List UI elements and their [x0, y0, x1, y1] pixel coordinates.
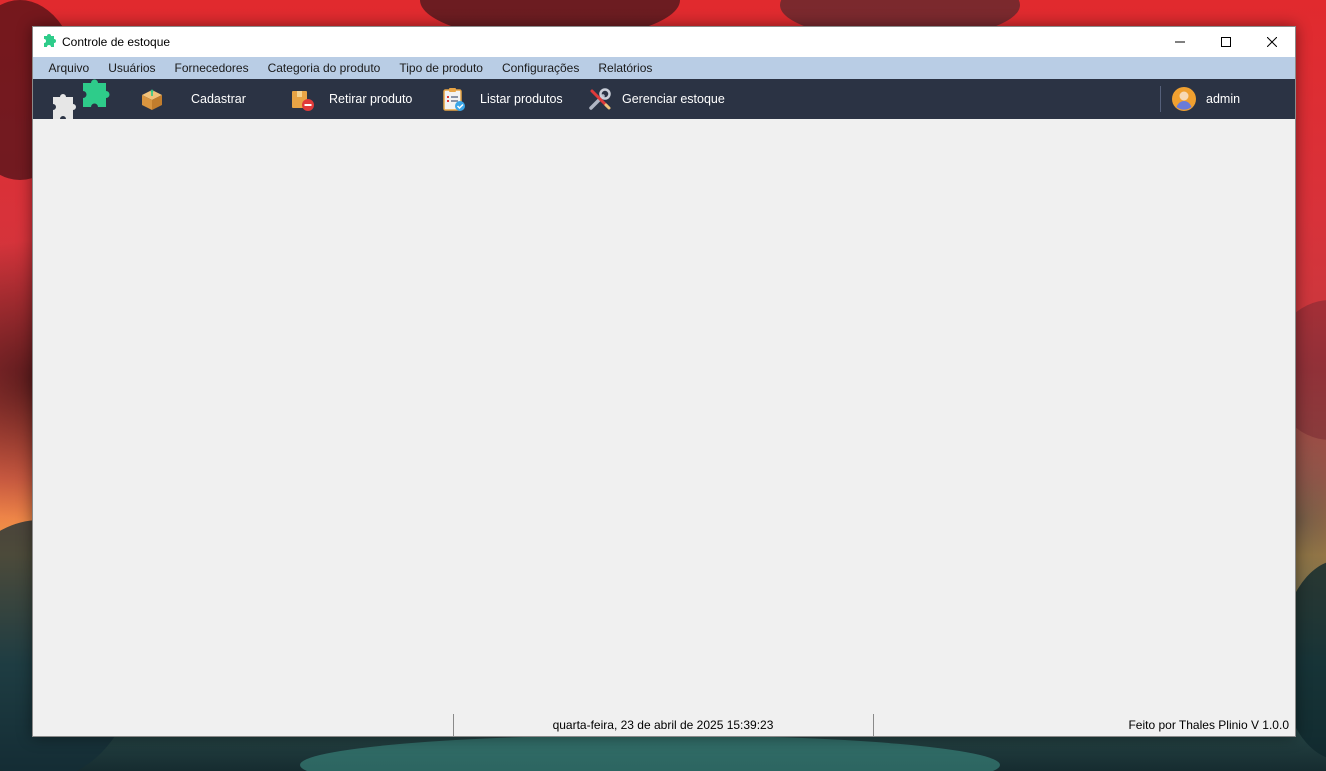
menu-bar: Arquivo Usuários Fornecedores Categoria … [33, 57, 1295, 79]
user-avatar-icon [1171, 86, 1197, 112]
menu-configuracoes[interactable]: Configurações [492, 57, 588, 79]
menu-relatorios[interactable]: Relatórios [589, 57, 662, 79]
window-controls [1157, 27, 1295, 57]
menu-arquivo[interactable]: Arquivo [39, 57, 99, 79]
title-bar: Controle de estoque [33, 27, 1295, 57]
listar-produtos-button[interactable]: Listar produtos [441, 79, 563, 119]
gerenciar-estoque-label: Gerenciar estoque [622, 92, 725, 106]
menu-usuarios[interactable]: Usuários [99, 57, 165, 79]
window-title: Controle de estoque [62, 35, 171, 49]
user-label: admin [1206, 92, 1241, 106]
box-remove-icon [289, 86, 315, 112]
retirar-produto-button[interactable]: Retirar produto [289, 79, 412, 119]
cadastrar-label: Cadastrar [191, 92, 246, 106]
status-datetime: quarta-feira, 23 de abril de 2025 15:39:… [552, 718, 774, 732]
retirar-produto-label: Retirar produto [329, 92, 413, 106]
box-icon [139, 86, 165, 112]
cadastrar-button[interactable]: Cadastrar [139, 79, 246, 119]
status-bar: quarta-feira, 23 de abril de 2025 15:39:… [33, 714, 1295, 736]
toolbar-separator [1160, 86, 1161, 112]
menu-tipo-produto[interactable]: Tipo de produto [390, 57, 493, 79]
main-window: Controle de estoque Arquivo Usuários For… [32, 26, 1296, 737]
gerenciar-estoque-button[interactable]: Gerenciar estoque [587, 79, 725, 119]
status-separator [873, 714, 874, 736]
tools-icon [587, 86, 613, 112]
close-button[interactable] [1249, 27, 1295, 57]
clipboard-list-icon [441, 86, 467, 112]
user-button[interactable]: admin [1171, 79, 1240, 119]
menu-fornecedores[interactable]: Fornecedores [165, 57, 258, 79]
status-credit: Feito por Thales Plinio V 1.0.0 [1128, 718, 1289, 732]
main-content-area [33, 119, 1295, 714]
menu-categoria-produto[interactable]: Categoria do produto [258, 57, 390, 79]
maximize-button[interactable] [1203, 27, 1249, 57]
puzzle-logo-icon [49, 79, 113, 119]
toolbar: Cadastrar Retirar produto Listar produto… [33, 79, 1295, 119]
listar-produtos-label: Listar produtos [480, 92, 563, 106]
minimize-button[interactable] [1157, 27, 1203, 57]
app-puzzle-icon [41, 34, 57, 50]
